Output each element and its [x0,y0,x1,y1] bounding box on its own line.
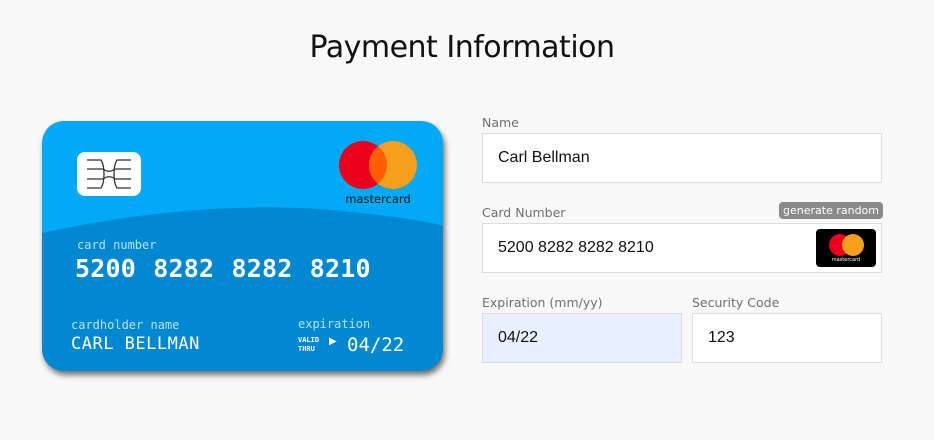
mastercard-logo: mastercard [336,141,420,209]
triangle-right-icon: ▶ [329,336,337,347]
security-code-input[interactable] [692,313,882,363]
payment-page: Payment Information mastercard card numb… [0,0,934,440]
card-number-field-label: Card Number [482,205,566,220]
card-number-label: card number [77,238,157,252]
generate-random-button[interactable]: generate random [779,202,883,219]
expiration-label: Expiration (mm/yy) [482,295,603,310]
credit-card-preview: mastercard card number 5200 8282 8282 82… [42,121,443,371]
cardholder-label: cardholder name [71,318,180,332]
security-code-label: Security Code [692,295,780,310]
mastercard-badge-icon: mastercard [816,229,876,267]
name-input[interactable] [482,133,882,183]
card-expiration-display: 04/22 [347,334,405,356]
card-expiration-label: expiration [298,317,371,331]
expiration-input[interactable] [482,313,682,363]
page-title: Payment Information [309,30,615,65]
mastercard-wordmark: mastercard [345,192,411,206]
name-label: Name [482,115,519,130]
chip-icon [77,152,141,196]
card-number-display: 5200 8282 8282 8210 [75,254,371,283]
cardholder-name-display: CARL BELLMAN [71,334,200,354]
valid-thru-label: VALID THRU [298,336,320,353]
